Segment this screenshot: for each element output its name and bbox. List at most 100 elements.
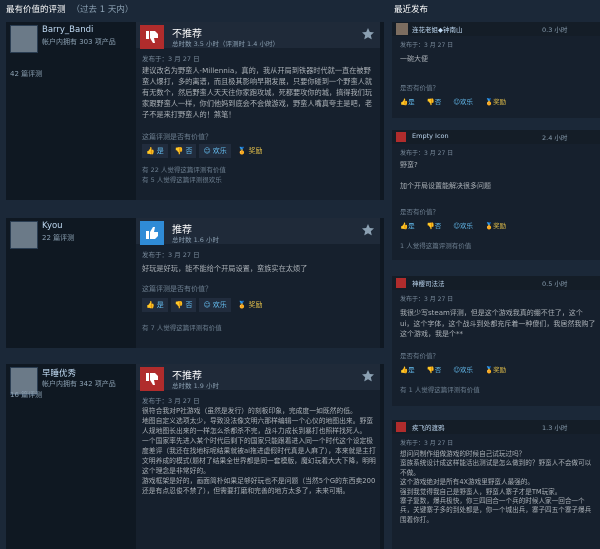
posted-date: 发布于：3 月 27 日: [400, 440, 454, 447]
award-label: 奖励: [493, 222, 507, 230]
vote-buttons: 👍是 👎否 ☺欢乐 🏅奖励: [400, 96, 506, 106]
review-author: 早睡优秀 帐户内拥有 342 项产品 16 篇评测: [6, 364, 132, 549]
review-author: Kyou 22 篇评测: [6, 218, 132, 348]
vote-no-label: 否: [434, 222, 442, 230]
playtime: 2.4 小时: [542, 134, 568, 142]
star-icon[interactable]: [362, 370, 374, 382]
vote-funny-button[interactable]: ☺欢乐: [453, 96, 473, 106]
vote-yes-button[interactable]: 👍是: [142, 144, 168, 158]
vote-no-button[interactable]: 👎否: [170, 298, 197, 312]
vote-funny-button[interactable]: ☺欢乐: [199, 144, 231, 158]
vote-funny-button[interactable]: ☺欢乐: [199, 298, 231, 312]
vote-funny-label: 欢乐: [212, 147, 227, 155]
star-icon[interactable]: [362, 28, 374, 40]
vote-yes-button[interactable]: 👍是: [400, 364, 415, 374]
award-button[interactable]: 🏅奖励: [485, 220, 506, 230]
recent-title: 最近发布: [394, 5, 429, 15]
posted-date: 发布于：3 月 27 日: [400, 296, 454, 303]
posted-date: 发布于：3 月 27 日: [400, 42, 454, 49]
author-name[interactable]: Empty Icon: [412, 132, 449, 140]
vote-buttons: 👍是 👎否 ☺欢乐 🏅奖励: [400, 364, 506, 374]
award-button[interactable]: 🏅奖励: [234, 298, 267, 312]
vote-funny-label: 欢乐: [459, 98, 473, 106]
recent-review-card: Empty Icon 2.4 小时 发布于：3 月 27 日 野蛮? 加个开局设…: [392, 130, 600, 260]
review-card: Barry_Bandi 帐户内拥有 303 项产品 42 篇评测 不推荐 总时数…: [6, 22, 384, 200]
recent-review-body: 发布于：3 月 27 日 野蛮? 加个开局设置能解决很多问题 是否有价值？ 👍是…: [392, 144, 600, 260]
review-card: Kyou 22 篇评测 推荐 总时数 1.6 小时 发布于：3 月 27 日 好…: [6, 218, 384, 348]
recent-review-header[interactable]: 神樱司法法 0.5 小时: [392, 276, 600, 290]
vote-yes-label: 是: [408, 366, 415, 374]
award-label: 奖励: [493, 98, 507, 106]
recent-column: 最近发布 连花老姐◆钟南山 0.3 小时 发布于：3 月 27 日 一碗大便 是…: [392, 0, 600, 549]
author-name[interactable]: 早睡优秀: [42, 367, 76, 379]
thumbs-up-icon: 👍: [146, 147, 155, 155]
vote-buttons: 👍是 👎否 ☺欢乐 🏅奖励: [400, 220, 506, 230]
recommendation-bar[interactable]: 不推荐 总时数 1.9 小时: [136, 364, 380, 391]
recent-review-header[interactable]: 疾飞的渡鸦 1.3 小时: [392, 420, 600, 434]
author-name[interactable]: 神樱司法法: [412, 278, 445, 288]
recommendation-bar[interactable]: 不推荐 总时数 3.5 小时（评测时 1.4 小时）: [136, 22, 380, 49]
posted-date: 发布于：3 月 27 日: [142, 397, 200, 405]
vote-no-button[interactable]: 👎否: [427, 220, 442, 230]
award-label: 奖励: [248, 301, 263, 309]
helpful-count: 有 1 人觉得这篇评测有价值: [400, 386, 480, 394]
recommendation-bar[interactable]: 推荐 总时数 1.6 小时: [136, 218, 380, 245]
recent-review-body: 发布于：3 月 27 日 一碗大便 是否有价值？ 👍是 👎否 ☺欢乐 🏅奖励: [392, 36, 600, 118]
vote-no-button[interactable]: 👎否: [427, 96, 442, 106]
vote-funny-label: 欢乐: [459, 366, 473, 374]
review-body: 不推荐 总时数 1.9 小时 发布于：3 月 27 日 很符合我对P社游戏（虽然…: [136, 364, 380, 549]
thumbs-down-icon: [140, 25, 164, 49]
vote-yes-button[interactable]: 👍是: [400, 220, 415, 230]
award-button[interactable]: 🏅奖励: [485, 364, 506, 374]
products-owned: 帐户内拥有 342 项产品: [42, 380, 116, 388]
products-owned: 帐户内拥有 303 项产品: [42, 38, 116, 46]
vote-yes-button[interactable]: 👍是: [400, 96, 415, 106]
recent-header: 最近发布: [392, 0, 600, 20]
review-text: 想问问制作组做游戏的时候自己试玩过吗？ 蛮族系统设计成这样能活出测试是怎么做到的…: [400, 450, 592, 524]
author-name[interactable]: Kyou: [42, 221, 63, 231]
thumbs-down-icon: 👎: [174, 301, 184, 309]
vote-yes-label: 是: [408, 222, 415, 230]
funny-count: 有 5 人觉得这篇评测很欢乐: [142, 176, 222, 184]
helpful-question: 是否有价值？: [400, 352, 439, 360]
review-count[interactable]: 16 篇评测: [10, 390, 42, 400]
vote-yes-button[interactable]: 👍是: [142, 298, 168, 312]
thumbs-down-icon: [396, 278, 406, 288]
avatar[interactable]: [10, 221, 38, 249]
helpful-question: 是否有价值？: [400, 84, 439, 92]
vote-buttons: 👍是 👎否 ☺欢乐 🏅奖励: [142, 144, 266, 158]
vote-yes-label: 是: [408, 98, 415, 106]
helpful-count: 有 22 人觉得这篇评测有价值: [142, 166, 226, 174]
vote-no-label: 否: [185, 147, 193, 155]
author-name[interactable]: Barry_Bandi: [42, 25, 93, 35]
award-button[interactable]: 🏅奖励: [234, 144, 267, 158]
vote-funny-button[interactable]: ☺欢乐: [453, 220, 473, 230]
vote-no-button[interactable]: 👎否: [170, 144, 197, 158]
thumbs-down-icon: [396, 132, 406, 142]
award-button[interactable]: 🏅奖励: [485, 96, 506, 106]
most-helpful-title: 最有价值的评测: [6, 5, 66, 15]
review-author: Barry_Bandi 帐户内拥有 303 项产品 42 篇评测: [6, 22, 132, 200]
review-count[interactable]: 22 篇评测: [42, 233, 74, 243]
review-count[interactable]: 42 篇评测: [10, 69, 42, 79]
author-name[interactable]: 疾飞的渡鸦: [412, 422, 445, 432]
vote-yes-label: 是: [156, 301, 164, 309]
avatar[interactable]: [10, 25, 38, 53]
recent-review-card: 疾飞的渡鸦 1.3 小时 发布于：3 月 27 日 想问问制作组做游戏的时候自己…: [392, 420, 600, 549]
avatar[interactable]: [396, 23, 408, 35]
thumbs-down-icon: 👎: [174, 147, 184, 155]
review-body: 推荐 总时数 1.6 小时 发布于：3 月 27 日 好玩是好玩，能不能给个开局…: [136, 218, 380, 348]
recent-review-card: 连花老姐◆钟南山 0.3 小时 发布于：3 月 27 日 一碗大便 是否有价值？…: [392, 22, 600, 118]
helpful-question: 这篇评测是否有价值？: [142, 133, 212, 141]
vote-buttons: 👍是 👎否 ☺欢乐 🏅奖励: [142, 298, 266, 312]
playtime: 总时数 3.5 小时（评测时 1.4 小时）: [172, 40, 279, 48]
vote-funny-button[interactable]: ☺欢乐: [453, 364, 473, 374]
author-name[interactable]: 连花老姐◆钟南山: [412, 24, 463, 34]
recent-review-header[interactable]: Empty Icon 2.4 小时: [392, 130, 600, 144]
star-icon[interactable]: [362, 224, 374, 236]
recent-review-header[interactable]: 连花老姐◆钟南山 0.3 小时: [392, 22, 600, 36]
vote-no-button[interactable]: 👎否: [427, 364, 442, 374]
award-label: 奖励: [248, 147, 263, 155]
vote-no-label: 否: [434, 98, 442, 106]
playtime: 0.5 小时: [542, 280, 568, 288]
